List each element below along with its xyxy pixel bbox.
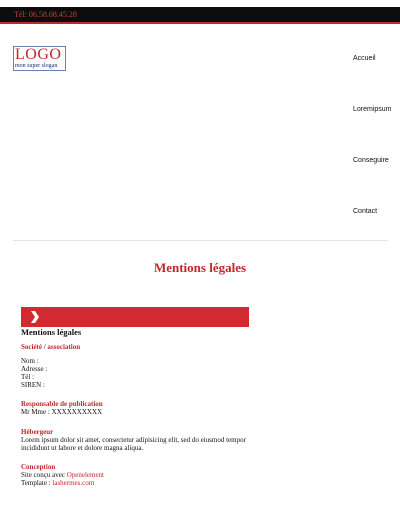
publisher-value: Mr Mme : XXXXXXXXXX: [21, 408, 103, 416]
design-line: Site conçu avec Openelement: [21, 471, 261, 479]
company-section-title: Société / association: [21, 343, 81, 351]
top-bar: Tél: 06.58.08.45.28: [0, 7, 400, 24]
legal-heading: Mentions légales: [21, 327, 82, 337]
nav-item-contact[interactable]: Contact: [353, 208, 377, 215]
legal-heading-block: Mentions légales: [21, 327, 261, 337]
company-block: Société / association Nom : Adresse : Té…: [21, 343, 261, 389]
chevron-right-icon: [31, 311, 39, 323]
host-block: Hébergeur Lorem ipsum dolor sit amet, co…: [21, 428, 251, 452]
siren-label: SIREN :: [21, 381, 45, 389]
phone-label: Tél :: [21, 373, 35, 381]
design-section-title: Conception: [21, 463, 56, 471]
design-block: Conception Site conçu avec Openelement T…: [21, 463, 261, 487]
section-banner: [21, 307, 249, 327]
header-divider: [13, 240, 388, 241]
template-link[interactable]: lashermes.com: [52, 479, 94, 487]
design-link[interactable]: Openelement: [67, 471, 104, 479]
logo-slogan: mon super slogan: [15, 63, 58, 69]
name-label: Nom :: [21, 357, 39, 365]
host-text: Lorem ipsum dolor sit amet, consectetur …: [21, 436, 246, 452]
publisher-section-title: Responsable de publication: [21, 400, 103, 408]
host-section-title: Hébergeur: [21, 428, 54, 436]
nav-item-accueil[interactable]: Accueil: [353, 55, 376, 62]
site-logo[interactable]: LOGO mon super slogan: [13, 46, 66, 71]
design-prefix: Site conçu avec: [21, 471, 65, 479]
template-line: Template : lashermes.com: [21, 479, 261, 487]
logo-text: LOGO: [15, 46, 62, 63]
template-prefix: Template :: [21, 479, 51, 487]
publisher-block: Responsable de publication Mr Mme : XXXX…: [21, 400, 261, 416]
nav-item-conseguire[interactable]: Conseguire: [353, 157, 389, 164]
page-title: Mentions légales: [153, 260, 247, 275]
phone-number: Tél: 06.58.08.45.28: [14, 10, 77, 19]
nav-item-loremipsum[interactable]: Loremipsum: [353, 106, 392, 113]
address-label: Adresse :: [21, 365, 48, 373]
